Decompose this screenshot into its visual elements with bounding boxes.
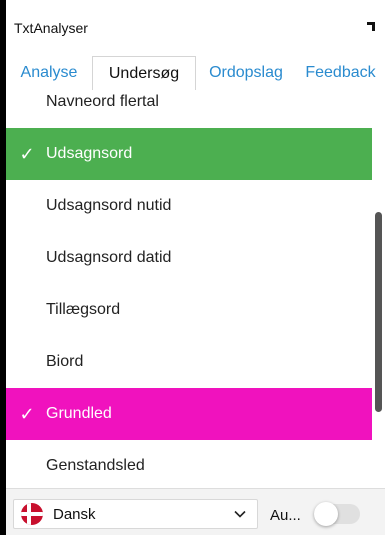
- list-item-udsagnsord[interactable]: ✓ Udsagnsord: [6, 128, 372, 180]
- tab-feedback[interactable]: Feedback: [296, 56, 385, 90]
- list-item-label: Genstandsled: [46, 457, 145, 474]
- tab-label: Ordopslag: [209, 64, 283, 81]
- checkmark-icon: ✓: [19, 144, 35, 164]
- list-item-label: Udsagnsord datid: [46, 249, 172, 266]
- list-item-label: Udsagnsord: [46, 145, 133, 162]
- list-scrollbar[interactable]: [373, 90, 385, 488]
- tab-label: Feedback: [305, 64, 376, 81]
- list-item-label: Navneord flertal: [46, 93, 159, 110]
- list-item-navneord-flertal[interactable]: Navneord flertal: [6, 90, 372, 128]
- tab-analyse[interactable]: Analyse: [6, 56, 92, 90]
- tab-ordopslag[interactable]: Ordopslag: [196, 56, 296, 90]
- tab-label: Analyse: [20, 64, 78, 81]
- language-select[interactable]: Dansk: [13, 499, 258, 529]
- scrollbar-thumb[interactable]: [375, 212, 382, 412]
- checkmark-icon: ✓: [19, 404, 35, 424]
- category-list: Navneord flertal ✓ Udsagnsord Udsagnsord…: [6, 90, 372, 488]
- title-bar: TxtAnalyser: [6, 0, 385, 56]
- list-item-label: Tillægsord: [46, 301, 121, 318]
- list-item-udsagnsord-nutid[interactable]: Udsagnsord nutid: [6, 180, 372, 232]
- tab-undersog[interactable]: Undersøg: [92, 56, 196, 90]
- toggle-knob[interactable]: [314, 502, 338, 526]
- footer-bar: Dansk Au...: [6, 488, 385, 535]
- list-item-udsagnsord-datid[interactable]: Udsagnsord datid: [6, 232, 372, 284]
- txtanalyser-panel: TxtAnalyser Analyse Undersøg Ordopslag F…: [6, 0, 385, 535]
- tab-label: Undersøg: [108, 64, 180, 82]
- list-item-biord[interactable]: Biord: [6, 336, 372, 388]
- collapse-corner-icon[interactable]: [367, 22, 375, 31]
- language-label: Dansk: [53, 505, 96, 523]
- tab-bar: Analyse Undersøg Ordopslag Feedback: [6, 56, 385, 90]
- list-item-genstandsled[interactable]: Genstandsled: [6, 440, 372, 488]
- list-item-label: Biord: [46, 353, 84, 370]
- list-item-label: Udsagnsord nutid: [46, 197, 172, 214]
- auto-label: Au...: [270, 507, 301, 524]
- denmark-flag-icon: [21, 503, 43, 525]
- list-item-label: Grundled: [46, 405, 112, 422]
- category-list-items: Navneord flertal ✓ Udsagnsord Udsagnsord…: [6, 90, 372, 488]
- list-item-grundled[interactable]: ✓ Grundled: [6, 388, 372, 440]
- chevron-down-icon: [233, 507, 247, 521]
- auto-toggle[interactable]: [314, 502, 360, 526]
- list-item-tillaegsord[interactable]: Tillægsord: [6, 284, 372, 336]
- app-title: TxtAnalyser: [14, 20, 88, 36]
